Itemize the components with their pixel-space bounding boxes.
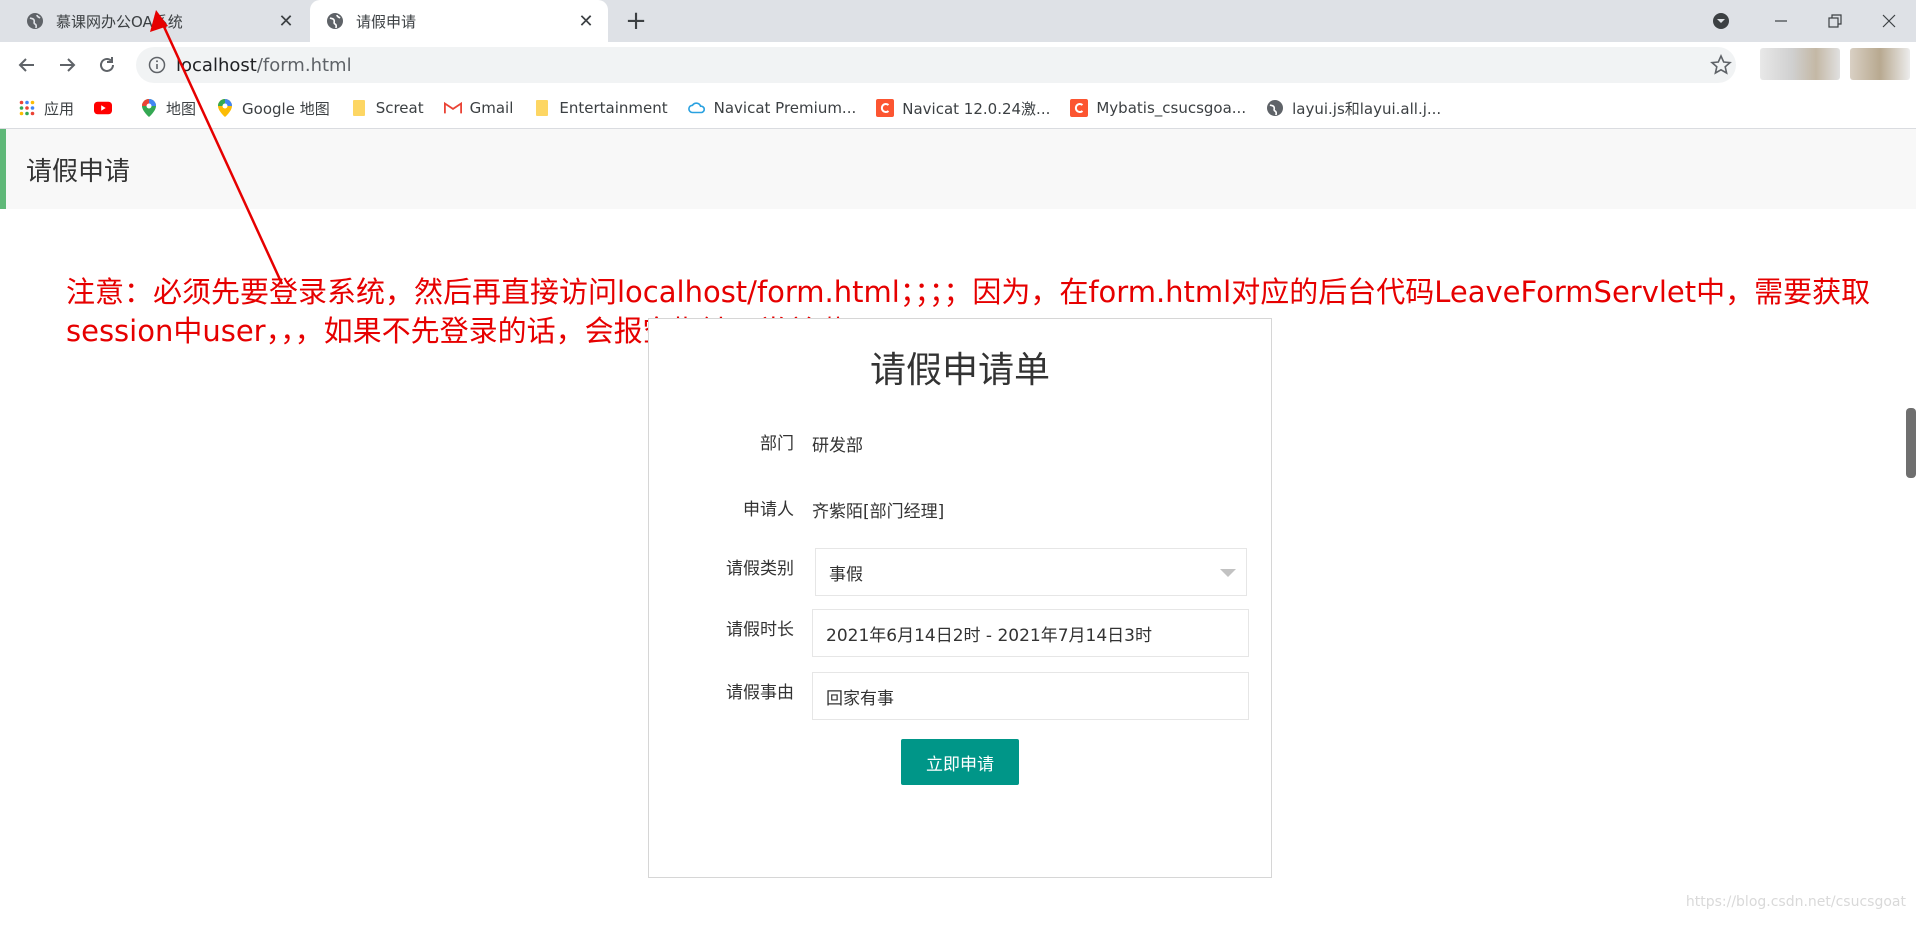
submit-button[interactable]: 立即申请: [901, 739, 1019, 785]
department-row: 部门 研发部: [649, 423, 1271, 471]
duration-row: 请假时长 2021年6月14日2时 - 2021年7月14日3时: [649, 609, 1271, 657]
reason-label: 请假事由: [726, 683, 794, 703]
reason-row: 请假事由 回家有事: [649, 672, 1271, 720]
scrollbar-thumb[interactable]: [1906, 408, 1916, 478]
duration-value: 2021年6月14日2时 - 2021年7月14日3时: [826, 625, 1152, 646]
applicant-row: 申请人 齐紫陌[部门经理]: [649, 489, 1271, 537]
reason-input[interactable]: 回家有事: [812, 672, 1249, 720]
department-value: 研发部: [812, 436, 863, 456]
department-label: 部门: [760, 434, 794, 454]
applicant-value: 齐紫陌[部门经理]: [812, 502, 945, 522]
duration-input[interactable]: 2021年6月14日2时 - 2021年7月14日3时: [812, 609, 1249, 657]
leave-form: 请假申请单 部门 研发部 申请人 齐紫陌[部门经理] 请假类别 事假 请假时长 …: [648, 318, 1272, 878]
reason-value: 回家有事: [826, 688, 894, 709]
applicant-label: 申请人: [743, 500, 794, 520]
form-title: 请假申请单: [869, 350, 1050, 391]
leave-type-select[interactable]: 事假: [815, 548, 1247, 596]
leave-type-value: 事假: [829, 564, 863, 585]
leave-type-label: 请假类别: [726, 559, 794, 579]
duration-label: 请假时长: [726, 620, 794, 640]
chevron-down-icon: [1220, 569, 1236, 577]
leave-type-row: 请假类别 事假: [649, 548, 1271, 596]
watermark: https://blog.csdn.net/csucsgoat: [1685, 894, 1906, 910]
